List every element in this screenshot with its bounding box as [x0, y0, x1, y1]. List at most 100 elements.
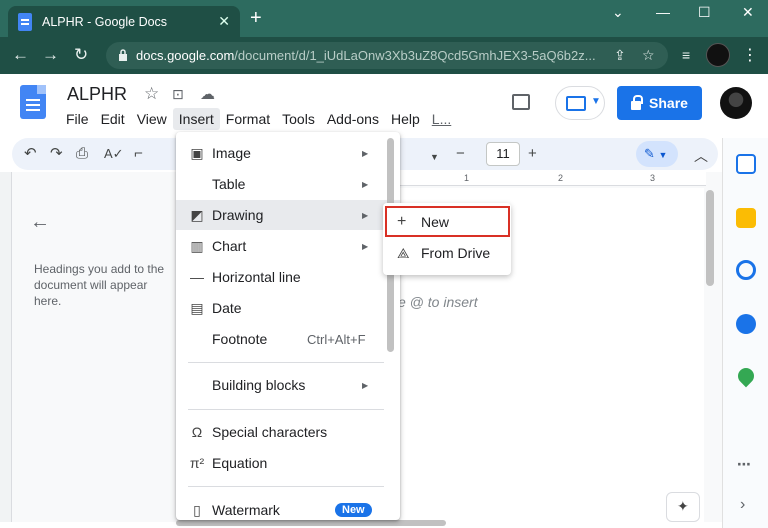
chevron-right-icon[interactable]: ›: [740, 496, 745, 514]
increase-font-size-icon[interactable]: +: [528, 146, 537, 162]
insert-hint-text: e @ to insert: [398, 294, 478, 310]
highlight-box: [385, 206, 510, 237]
paint-format-icon[interactable]: ⌐: [134, 146, 143, 162]
menu-divider: [188, 486, 384, 487]
menu-insert[interactable]: Insert: [172, 108, 220, 130]
star-icon[interactable]: ☆: [144, 84, 159, 104]
reading-list-icon[interactable]: ≡: [682, 46, 690, 64]
outline-hint: Headings you add to the document will ap…: [34, 262, 165, 308]
menu-divider: [188, 409, 384, 410]
menu-item-label: Drawing: [212, 207, 264, 223]
url-text[interactable]: docs.google.com/document/d/1_iUdLaOnw3Xb…: [136, 48, 596, 63]
submenu-arrow-icon: ▶: [362, 210, 369, 220]
docs-menubar: File Edit View Insert Format Tools Add-o…: [60, 108, 457, 130]
menu-format[interactable]: Format: [220, 108, 276, 130]
browser-menu-icon[interactable]: ⋮: [742, 45, 758, 65]
new-tab-button[interactable]: +: [250, 8, 262, 28]
menu-item-footnote[interactable]: Footnote Ctrl+Alt+F: [176, 324, 400, 354]
menu-item-equation[interactable]: π² Equation: [176, 448, 400, 478]
maximize-button[interactable]: ☐: [698, 4, 711, 21]
menu-item-image[interactable]: ▣ Image ▶: [176, 138, 400, 168]
reload-icon[interactable]: ↻: [74, 46, 88, 64]
menu-item-drawing[interactable]: ◩ Drawing ▶: [176, 200, 400, 230]
submenu-item-from-drive[interactable]: ⟁ From Drive: [383, 238, 511, 268]
drive-icon: ⟁: [397, 244, 410, 261]
ruler-mark: 3: [650, 173, 656, 183]
menu-item-watermark[interactable]: ▯ Watermark New: [176, 495, 400, 520]
font-dropdown-caret-icon[interactable]: ▼: [430, 149, 439, 165]
more-horizontal-icon[interactable]: ⋯: [737, 456, 751, 473]
present-button[interactable]: ▼: [555, 86, 605, 120]
tab-close-icon[interactable]: ✕: [218, 13, 230, 30]
keep-app-icon[interactable]: [736, 208, 756, 228]
contacts-app-icon[interactable]: [736, 314, 756, 334]
close-outline-arrow-icon[interactable]: ←: [30, 211, 50, 234]
submenu-arrow-icon: ▶: [362, 241, 369, 251]
explore-button[interactable]: [666, 492, 700, 522]
menu-edit[interactable]: Edit: [95, 108, 131, 130]
horizontal-scrollbar[interactable]: [176, 520, 446, 526]
outline-panel: [0, 172, 176, 522]
bookmark-star-icon[interactable]: ☆: [642, 47, 655, 64]
collapse-menus-icon[interactable]: ︿: [694, 146, 708, 166]
menu-item-date[interactable]: ▤ Date: [176, 293, 400, 323]
editing-mode-button[interactable]: ✎ ▼: [636, 141, 678, 167]
menu-item-horizontal-line[interactable]: — Horizontal line: [176, 262, 400, 292]
docs-logo-icon[interactable]: [20, 85, 46, 119]
menu-tools[interactable]: Tools: [276, 108, 321, 130]
menu-item-label: Building blocks: [212, 377, 306, 393]
ruler-mark: 2: [558, 173, 564, 183]
horizontal-ruler[interactable]: 1 2 3: [400, 172, 706, 186]
tasks-app-icon[interactable]: [736, 260, 756, 280]
redo-icon[interactable]: ↷: [50, 146, 63, 162]
window-close-button[interactable]: ✕: [742, 4, 754, 21]
menu-item-special-characters[interactable]: Ω Special characters: [176, 417, 400, 447]
comment-history-icon[interactable]: [512, 94, 530, 110]
vertical-scrollbar[interactable]: [706, 190, 714, 286]
browser-profile-avatar[interactable]: [706, 43, 730, 67]
menu-item-label: Footnote: [212, 331, 268, 347]
cloud-status-icon: ☁: [200, 86, 215, 103]
spellcheck-icon[interactable]: A✓: [104, 146, 124, 162]
menu-item-chart[interactable]: ▥ Chart ▶: [176, 231, 400, 261]
minimize-button[interactable]: —: [656, 4, 670, 20]
chart-icon: ▥: [190, 238, 204, 254]
user-avatar[interactable]: [720, 87, 752, 119]
browser-tab[interactable]: ALPHR - Google Docs ✕: [8, 6, 240, 37]
forward-arrow-icon[interactable]: →: [42, 46, 59, 64]
watermark-icon: ▯: [193, 502, 201, 518]
last-edit-link[interactable]: L...: [426, 108, 457, 130]
back-arrow-icon[interactable]: ←: [12, 46, 29, 64]
menu-item-label: Watermark: [212, 502, 280, 518]
image-icon: ▣: [190, 145, 204, 161]
share-label: Share: [649, 95, 688, 111]
menu-help[interactable]: Help: [385, 108, 426, 130]
decrease-font-size-icon[interactable]: −: [456, 146, 465, 162]
menu-item-label: Table: [212, 176, 246, 192]
calendar-app-icon[interactable]: [736, 154, 756, 174]
pi-icon: π²: [189, 455, 205, 471]
menu-item-table[interactable]: Table ▶: [176, 169, 400, 199]
browser-navbar: ← → ↻ docs.google.com/document/d/1_iUdLa…: [0, 37, 768, 74]
address-bar[interactable]: docs.google.com/document/d/1_iUdLaOnw3Xb…: [106, 42, 668, 69]
menu-view[interactable]: View: [131, 108, 173, 130]
side-panel: ⋯ ›: [722, 138, 768, 528]
share-page-icon[interactable]: ⇪: [614, 47, 626, 64]
print-icon[interactable]: ⎙: [76, 146, 88, 162]
present-icon: [566, 96, 586, 111]
menu-item-label: Special characters: [212, 424, 328, 440]
undo-icon[interactable]: ↶: [24, 146, 37, 162]
menu-add-ons[interactable]: Add-ons: [321, 108, 385, 130]
share-button[interactable]: Share: [617, 86, 702, 120]
menu-item-label: Equation: [212, 455, 268, 471]
chevron-down-icon: ▼: [658, 150, 668, 160]
menu-item-label: Horizontal line: [212, 269, 301, 285]
move-folder-icon[interactable]: ⊡: [172, 86, 184, 103]
document-title[interactable]: ALPHR: [67, 84, 127, 105]
chevron-down-icon: ▼: [591, 96, 601, 107]
tab-search-icon[interactable]: ⌄: [612, 4, 624, 21]
menu-item-building-blocks[interactable]: Building blocks ▶: [176, 370, 400, 400]
menu-file[interactable]: File: [60, 108, 95, 130]
maps-app-icon[interactable]: [734, 364, 758, 388]
font-size-input[interactable]: 11: [486, 142, 520, 166]
